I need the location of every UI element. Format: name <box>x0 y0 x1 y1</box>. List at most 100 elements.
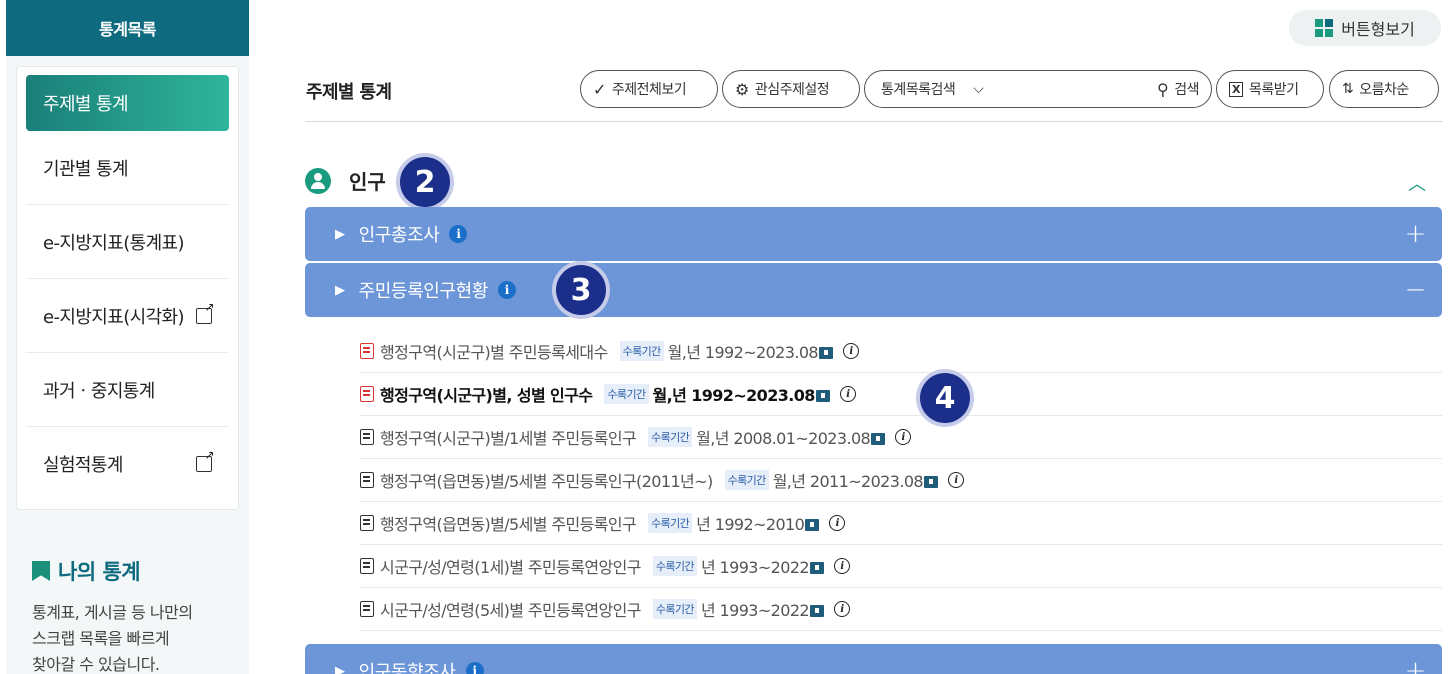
stats-table-link[interactable]: 행정구역(시군구)별 주민등록세대수 <box>380 339 608 363</box>
table-doc-icon <box>360 558 374 574</box>
info-icon[interactable]: i <box>842 343 859 359</box>
sidebar-item-past-stats[interactable]: 과거ㆍ중지통계 <box>26 353 229 427</box>
all-topics-label: 주제전체보기 <box>611 82 687 98</box>
stats-table-link[interactable]: 행정구역(읍면동)별/5세별 주민등록인구 <box>380 511 637 535</box>
sidebar-item-label: 과거ㆍ중지통계 <box>43 380 155 402</box>
sidebar-item-local-visual[interactable]: e-지방지표(시각화) <box>26 279 229 353</box>
sidebar-item-topic-stats[interactable]: 주제별 통계 <box>26 75 229 131</box>
download-icon[interactable] <box>810 605 825 617</box>
button-view-toggle[interactable]: 버튼형보기 <box>1289 10 1441 46</box>
table-doc-icon <box>360 429 374 445</box>
info-icon[interactable]: i <box>895 429 912 445</box>
expand-triangle-icon: ▶ <box>335 226 345 242</box>
stats-table-link[interactable]: 시군구/성/연령(5세)별 주민등록연앙인구 <box>380 597 641 621</box>
period-tag: 수록기간 <box>604 384 649 404</box>
sidebar-item-label: 기관별 통계 <box>43 158 129 180</box>
list-item[interactable]: 행정구역(읍면동)별/5세별 주민등록인구 수록기간 년 1992~2010 i <box>360 502 1442 545</box>
expand-triangle-icon: ▶ <box>335 282 345 298</box>
table-doc-icon <box>360 386 374 402</box>
collapse-minus-icon[interactable]: − <box>1405 275 1427 305</box>
period-tag: 수록기간 <box>652 556 697 576</box>
expand-plus-icon[interactable]: + <box>1405 219 1427 249</box>
period-tag: 수록기간 <box>724 470 769 490</box>
category-band-label: 주민등록인구현황 <box>358 281 489 302</box>
category-band-census[interactable]: ▶ 인구총조사 i + <box>305 207 1442 261</box>
category-band-resident[interactable]: ▶ 주민등록인구현황 i − <box>305 263 1442 317</box>
info-icon[interactable]: i <box>948 472 964 488</box>
search-button[interactable]: 검색 <box>1174 79 1199 99</box>
sidebar-item-label: 실험적통계 <box>43 455 123 476</box>
download-icon[interactable] <box>818 347 833 359</box>
sort-icon: ⇅ <box>1342 81 1354 97</box>
list-item[interactable]: 행정구역(읍면동)별/5세별 주민등록인구(2011년~) 수록기간 월,년 2… <box>360 459 1442 502</box>
period-value: 월,년 1992~2023.08 <box>667 343 819 362</box>
info-icon[interactable]: i <box>829 515 846 531</box>
my-stats-desc: 통계표, 게시글 등 나만의 스크랩 목록을 빠르게 찾아갈 수 있습니다. <box>32 600 232 674</box>
category-band-vital[interactable]: ▶ 인구동향조사 i + <box>305 644 1442 674</box>
my-stats-title[interactable]: 나의 통계 <box>32 556 232 586</box>
interest-settings-button[interactable]: ⚙ 관심주제설정 <box>722 70 860 108</box>
sidebar-menu: 주제별 통계 기관별 통계 e-지방지표(통계표) e-지방지표(시각화) 과거… <box>16 66 239 510</box>
person-icon <box>305 167 331 194</box>
stats-search-box[interactable]: 통계목록검색 ⌵ ⚲ 검색 <box>864 70 1212 108</box>
table-doc-icon <box>360 343 374 359</box>
info-icon[interactable]: i <box>839 386 856 402</box>
list-item[interactable]: 행정구역(시군구)별, 성별 인구수 수록기간 월,년 1992~2023.08… <box>360 373 1442 416</box>
download-icon[interactable] <box>871 433 886 445</box>
period-tag: 수록기간 <box>652 599 697 619</box>
table-doc-icon <box>360 472 374 488</box>
button-view-label: 버튼형보기 <box>1341 20 1415 39</box>
sidebar-item-experimental[interactable]: 실험적통계 <box>26 427 229 501</box>
info-icon[interactable]: i <box>465 662 484 674</box>
download-list-label: 목록받기 <box>1248 82 1299 98</box>
download-icon[interactable] <box>805 519 820 531</box>
period-tag: 수록기간 <box>619 341 664 361</box>
info-icon[interactable]: i <box>834 558 851 574</box>
my-stats-panel: 나의 통계 통계표, 게시글 등 나만의 스크랩 목록을 빠르게 찾아갈 수 있… <box>32 556 232 674</box>
sidebar: 통계목록 주제별 통계 기관별 통계 e-지방지표(통계표) e-지방지표(시각… <box>6 0 249 674</box>
period-tag: 수록기간 <box>648 513 693 533</box>
check-icon: ✓ <box>593 79 606 99</box>
period-value: 년 1993~2022 <box>700 601 810 620</box>
search-scope-select[interactable]: 통계목록검색 <box>881 79 956 99</box>
section-header[interactable]: 인구 <box>305 166 386 195</box>
annotation-badge-4: 4 <box>920 373 970 423</box>
stats-table-link[interactable]: 행정구역(읍면동)별/5세별 주민등록인구(2011년~) <box>380 468 713 492</box>
stats-table-link[interactable]: 행정구역(시군구)별/1세별 주민등록인구 <box>380 425 637 449</box>
sidebar-item-local-table[interactable]: e-지방지표(통계표) <box>26 205 229 279</box>
bookmark-icon <box>32 561 50 581</box>
sidebar-item-agency-stats[interactable]: 기관별 통계 <box>26 131 229 205</box>
download-icon[interactable] <box>810 562 825 574</box>
gear-icon: ⚙ <box>735 79 749 99</box>
chevron-down-icon: ⌵ <box>973 81 984 97</box>
sort-button[interactable]: ⇅ 오름차순 <box>1329 70 1439 108</box>
list-item[interactable]: 행정구역(시군구)별/1세별 주민등록인구 수록기간 월,년 2008.01~2… <box>360 416 1442 459</box>
info-icon[interactable]: i <box>449 225 468 243</box>
list-item[interactable]: 행정구역(시군구)별 주민등록세대수 수록기간 월,년 1992~2023.08… <box>360 330 1442 373</box>
stats-table-link[interactable]: 시군구/성/연령(1세)별 주민등록연앙인구 <box>380 554 641 578</box>
download-icon[interactable] <box>815 390 830 402</box>
external-link-icon <box>196 300 214 324</box>
sidebar-item-label: 주제별 통계 <box>43 94 129 115</box>
page-title: 주제별 통계 <box>306 82 392 103</box>
download-list-button[interactable]: X 목록받기 <box>1216 70 1324 108</box>
table-doc-icon <box>360 601 374 617</box>
my-stats-title-text: 나의 통계 <box>58 560 141 584</box>
sidebar-item-label: e-지방지표(시각화) <box>43 306 185 328</box>
search-icon: ⚲ <box>1157 79 1169 99</box>
expand-plus-icon[interactable]: + <box>1405 656 1427 674</box>
period-value: 월,년 2008.01~2023.08 <box>696 429 871 448</box>
collapse-section-icon[interactable]: ︿ <box>1408 170 1426 196</box>
info-icon[interactable]: i <box>497 281 516 299</box>
list-item[interactable]: 시군구/성/연령(1세)별 주민등록연앙인구 수록기간 년 1993~2022 … <box>360 545 1442 588</box>
info-icon[interactable]: i <box>834 601 851 617</box>
stats-table-link[interactable]: 행정구역(시군구)별, 성별 인구수 <box>380 382 593 406</box>
category-band-label: 인구동향조사 <box>358 662 456 674</box>
annotation-badge-2: 2 <box>400 157 450 207</box>
my-stats-desc-line: 찾아갈 수 있습니다. <box>32 655 160 674</box>
expand-triangle-icon: ▶ <box>335 663 345 674</box>
all-topics-button[interactable]: ✓ 주제전체보기 <box>580 70 718 108</box>
period-value: 년 1992~2010 <box>696 515 805 534</box>
download-icon[interactable] <box>924 476 938 488</box>
list-item[interactable]: 시군구/성/연령(5세)별 주민등록연앙인구 수록기간 년 1993~2022 … <box>360 588 1442 631</box>
